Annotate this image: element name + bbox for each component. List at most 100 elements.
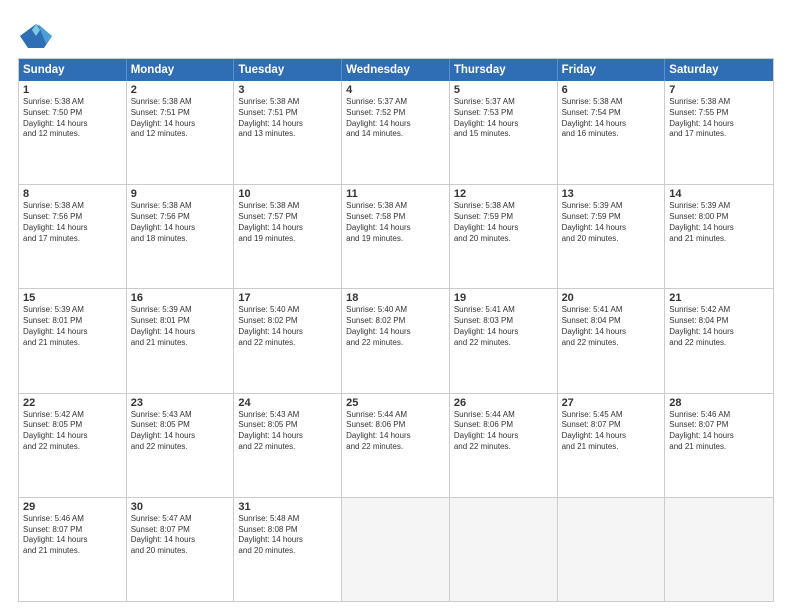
calendar-cell bbox=[558, 498, 666, 601]
day-number: 17 bbox=[238, 292, 337, 304]
day-number: 12 bbox=[454, 188, 553, 200]
calendar-cell: 12Sunrise: 5:38 AMSunset: 7:59 PMDayligh… bbox=[450, 185, 558, 288]
calendar-cell: 20Sunrise: 5:41 AMSunset: 8:04 PMDayligh… bbox=[558, 289, 666, 392]
calendar-week-5: 29Sunrise: 5:46 AMSunset: 8:07 PMDayligh… bbox=[19, 497, 773, 601]
header-day-monday: Monday bbox=[127, 59, 235, 81]
day-number: 16 bbox=[131, 292, 230, 304]
day-info: Sunrise: 5:38 AMSunset: 7:51 PMDaylight:… bbox=[238, 97, 337, 140]
calendar-cell: 1Sunrise: 5:38 AMSunset: 7:50 PMDaylight… bbox=[19, 81, 127, 184]
day-number: 19 bbox=[454, 292, 553, 304]
calendar: SundayMondayTuesdayWednesdayThursdayFrid… bbox=[18, 58, 774, 602]
day-info: Sunrise: 5:38 AMSunset: 7:57 PMDaylight:… bbox=[238, 201, 337, 244]
page: SundayMondayTuesdayWednesdayThursdayFrid… bbox=[0, 0, 792, 612]
calendar-cell: 14Sunrise: 5:39 AMSunset: 8:00 PMDayligh… bbox=[665, 185, 773, 288]
day-info: Sunrise: 5:42 AMSunset: 8:04 PMDaylight:… bbox=[669, 305, 769, 348]
calendar-cell: 24Sunrise: 5:43 AMSunset: 8:05 PMDayligh… bbox=[234, 394, 342, 497]
calendar-cell: 9Sunrise: 5:38 AMSunset: 7:56 PMDaylight… bbox=[127, 185, 235, 288]
day-number: 13 bbox=[562, 188, 661, 200]
header-day-saturday: Saturday bbox=[665, 59, 773, 81]
day-number: 4 bbox=[346, 84, 445, 96]
day-info: Sunrise: 5:43 AMSunset: 8:05 PMDaylight:… bbox=[131, 410, 230, 453]
calendar-cell: 21Sunrise: 5:42 AMSunset: 8:04 PMDayligh… bbox=[665, 289, 773, 392]
calendar-cell bbox=[450, 498, 558, 601]
day-info: Sunrise: 5:43 AMSunset: 8:05 PMDaylight:… bbox=[238, 410, 337, 453]
day-info: Sunrise: 5:38 AMSunset: 7:55 PMDaylight:… bbox=[669, 97, 769, 140]
day-info: Sunrise: 5:45 AMSunset: 8:07 PMDaylight:… bbox=[562, 410, 661, 453]
day-info: Sunrise: 5:41 AMSunset: 8:04 PMDaylight:… bbox=[562, 305, 661, 348]
calendar-cell: 23Sunrise: 5:43 AMSunset: 8:05 PMDayligh… bbox=[127, 394, 235, 497]
header-day-tuesday: Tuesday bbox=[234, 59, 342, 81]
calendar-cell bbox=[342, 498, 450, 601]
day-number: 10 bbox=[238, 188, 337, 200]
logo bbox=[18, 22, 58, 50]
calendar-cell: 16Sunrise: 5:39 AMSunset: 8:01 PMDayligh… bbox=[127, 289, 235, 392]
day-info: Sunrise: 5:38 AMSunset: 7:56 PMDaylight:… bbox=[131, 201, 230, 244]
day-info: Sunrise: 5:44 AMSunset: 8:06 PMDaylight:… bbox=[454, 410, 553, 453]
day-number: 24 bbox=[238, 397, 337, 409]
calendar-cell: 13Sunrise: 5:39 AMSunset: 7:59 PMDayligh… bbox=[558, 185, 666, 288]
calendar-cell: 15Sunrise: 5:39 AMSunset: 8:01 PMDayligh… bbox=[19, 289, 127, 392]
calendar-cell bbox=[665, 498, 773, 601]
calendar-cell: 4Sunrise: 5:37 AMSunset: 7:52 PMDaylight… bbox=[342, 81, 450, 184]
header-day-friday: Friday bbox=[558, 59, 666, 81]
day-info: Sunrise: 5:39 AMSunset: 7:59 PMDaylight:… bbox=[562, 201, 661, 244]
day-number: 15 bbox=[23, 292, 122, 304]
calendar-cell: 5Sunrise: 5:37 AMSunset: 7:53 PMDaylight… bbox=[450, 81, 558, 184]
day-number: 23 bbox=[131, 397, 230, 409]
day-number: 7 bbox=[669, 84, 769, 96]
day-info: Sunrise: 5:41 AMSunset: 8:03 PMDaylight:… bbox=[454, 305, 553, 348]
day-number: 22 bbox=[23, 397, 122, 409]
day-number: 8 bbox=[23, 188, 122, 200]
calendar-cell: 25Sunrise: 5:44 AMSunset: 8:06 PMDayligh… bbox=[342, 394, 450, 497]
day-info: Sunrise: 5:38 AMSunset: 7:50 PMDaylight:… bbox=[23, 97, 122, 140]
logo-icon bbox=[18, 22, 54, 50]
calendar-cell: 18Sunrise: 5:40 AMSunset: 8:02 PMDayligh… bbox=[342, 289, 450, 392]
header-day-wednesday: Wednesday bbox=[342, 59, 450, 81]
calendar-cell: 19Sunrise: 5:41 AMSunset: 8:03 PMDayligh… bbox=[450, 289, 558, 392]
day-number: 29 bbox=[23, 501, 122, 513]
calendar-cell: 10Sunrise: 5:38 AMSunset: 7:57 PMDayligh… bbox=[234, 185, 342, 288]
calendar-cell: 8Sunrise: 5:38 AMSunset: 7:56 PMDaylight… bbox=[19, 185, 127, 288]
calendar-cell: 28Sunrise: 5:46 AMSunset: 8:07 PMDayligh… bbox=[665, 394, 773, 497]
day-info: Sunrise: 5:46 AMSunset: 8:07 PMDaylight:… bbox=[669, 410, 769, 453]
day-number: 30 bbox=[131, 501, 230, 513]
day-info: Sunrise: 5:46 AMSunset: 8:07 PMDaylight:… bbox=[23, 514, 122, 557]
day-number: 18 bbox=[346, 292, 445, 304]
day-info: Sunrise: 5:38 AMSunset: 7:51 PMDaylight:… bbox=[131, 97, 230, 140]
day-info: Sunrise: 5:40 AMSunset: 8:02 PMDaylight:… bbox=[238, 305, 337, 348]
calendar-week-2: 8Sunrise: 5:38 AMSunset: 7:56 PMDaylight… bbox=[19, 184, 773, 288]
day-info: Sunrise: 5:38 AMSunset: 7:54 PMDaylight:… bbox=[562, 97, 661, 140]
day-number: 21 bbox=[669, 292, 769, 304]
calendar-header: SundayMondayTuesdayWednesdayThursdayFrid… bbox=[19, 59, 773, 81]
day-info: Sunrise: 5:37 AMSunset: 7:52 PMDaylight:… bbox=[346, 97, 445, 140]
day-info: Sunrise: 5:42 AMSunset: 8:05 PMDaylight:… bbox=[23, 410, 122, 453]
calendar-cell: 6Sunrise: 5:38 AMSunset: 7:54 PMDaylight… bbox=[558, 81, 666, 184]
day-number: 26 bbox=[454, 397, 553, 409]
calendar-cell: 26Sunrise: 5:44 AMSunset: 8:06 PMDayligh… bbox=[450, 394, 558, 497]
day-info: Sunrise: 5:40 AMSunset: 8:02 PMDaylight:… bbox=[346, 305, 445, 348]
calendar-cell: 2Sunrise: 5:38 AMSunset: 7:51 PMDaylight… bbox=[127, 81, 235, 184]
header bbox=[18, 18, 774, 50]
calendar-body: 1Sunrise: 5:38 AMSunset: 7:50 PMDaylight… bbox=[19, 81, 773, 601]
calendar-cell: 11Sunrise: 5:38 AMSunset: 7:58 PMDayligh… bbox=[342, 185, 450, 288]
calendar-cell: 3Sunrise: 5:38 AMSunset: 7:51 PMDaylight… bbox=[234, 81, 342, 184]
calendar-cell: 31Sunrise: 5:48 AMSunset: 8:08 PMDayligh… bbox=[234, 498, 342, 601]
day-info: Sunrise: 5:38 AMSunset: 7:56 PMDaylight:… bbox=[23, 201, 122, 244]
day-number: 20 bbox=[562, 292, 661, 304]
day-info: Sunrise: 5:37 AMSunset: 7:53 PMDaylight:… bbox=[454, 97, 553, 140]
calendar-cell: 17Sunrise: 5:40 AMSunset: 8:02 PMDayligh… bbox=[234, 289, 342, 392]
calendar-week-4: 22Sunrise: 5:42 AMSunset: 8:05 PMDayligh… bbox=[19, 393, 773, 497]
day-number: 25 bbox=[346, 397, 445, 409]
calendar-cell: 30Sunrise: 5:47 AMSunset: 8:07 PMDayligh… bbox=[127, 498, 235, 601]
day-info: Sunrise: 5:44 AMSunset: 8:06 PMDaylight:… bbox=[346, 410, 445, 453]
day-info: Sunrise: 5:39 AMSunset: 8:00 PMDaylight:… bbox=[669, 201, 769, 244]
day-number: 14 bbox=[669, 188, 769, 200]
day-number: 1 bbox=[23, 84, 122, 96]
header-day-sunday: Sunday bbox=[19, 59, 127, 81]
day-info: Sunrise: 5:38 AMSunset: 7:59 PMDaylight:… bbox=[454, 201, 553, 244]
day-info: Sunrise: 5:48 AMSunset: 8:08 PMDaylight:… bbox=[238, 514, 337, 557]
day-info: Sunrise: 5:39 AMSunset: 8:01 PMDaylight:… bbox=[131, 305, 230, 348]
calendar-cell: 22Sunrise: 5:42 AMSunset: 8:05 PMDayligh… bbox=[19, 394, 127, 497]
day-number: 11 bbox=[346, 188, 445, 200]
day-number: 2 bbox=[131, 84, 230, 96]
